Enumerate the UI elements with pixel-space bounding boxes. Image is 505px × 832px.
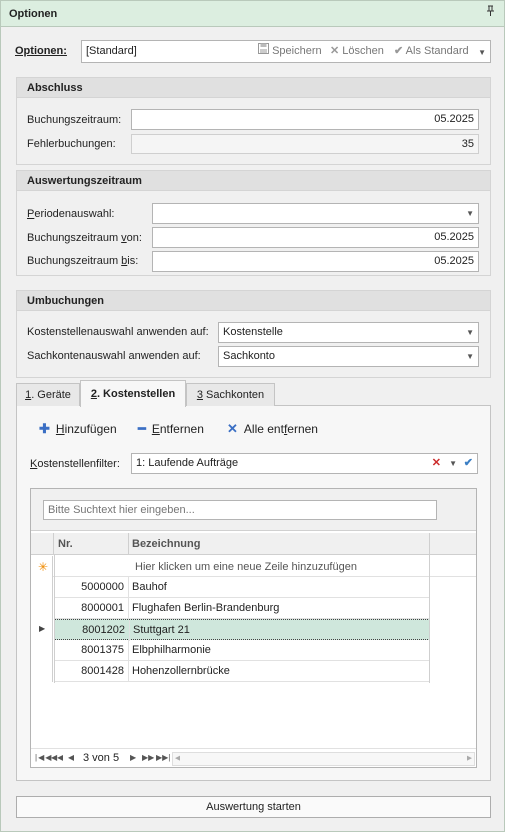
tab-kostenstellen[interactable]: 2. Kostenstellen: [80, 380, 186, 407]
row-bez: Hohenzollernbrücke: [132, 665, 230, 677]
next-page-icon[interactable]: ▶: [130, 753, 136, 762]
grid-header: Nr. Bezeichnung: [31, 533, 476, 555]
panel-title: Optionen: [9, 8, 58, 20]
table-row[interactable]: 8001428 Hohenzollernbrücke: [54, 661, 430, 682]
fehlerbuchungen-label: Fehlerbuchungen:: [27, 138, 116, 150]
pager-text: 3 von 5: [83, 752, 120, 764]
add-button[interactable]: ✚ Hinzufügen: [39, 419, 117, 439]
x-icon: ✕: [227, 421, 238, 436]
pager: |◀◀ ◀◀ ◀ 3 von 5 ▶ ▶▶ ▶▶| ◀ ▶: [31, 748, 476, 768]
prev-page-group-icon[interactable]: ◀◀: [51, 753, 63, 762]
auswertung-header: Auswertungszeitraum: [17, 171, 490, 191]
delete-icon: ✕: [330, 45, 340, 57]
kst-label: Kostenstellenauswahl anwenden auf:: [27, 326, 209, 338]
row-bez: Elbphilharmonie: [132, 644, 211, 656]
search-input[interactable]: [43, 500, 437, 520]
check-icon: ✔: [394, 45, 404, 57]
scroll-right-icon[interactable]: ▶: [467, 754, 472, 762]
col-bez-header[interactable]: Bezeichnung: [132, 538, 200, 550]
horizontal-scrollbar[interactable]: ◀ ▶: [172, 752, 475, 766]
row-bez: Flughafen Berlin-Brandenburg: [132, 602, 280, 614]
row-bez: Stuttgart 21: [133, 624, 190, 636]
table-row-selected[interactable]: 8001202 Stuttgart 21: [54, 619, 430, 641]
row-nr: 8001428: [54, 661, 129, 682]
options-value: [Standard]: [86, 45, 137, 57]
row-nr: 5000000: [54, 577, 129, 598]
von-label: Buchungszeitraum von:: [27, 232, 142, 244]
next-page-group-icon[interactable]: ▶▶: [142, 753, 154, 762]
filter-select[interactable]: 1: Laufende Aufträge ✕ ▼ ✔: [131, 453, 478, 474]
chevron-down-icon[interactable]: ▼: [466, 323, 474, 342]
chevron-down-icon[interactable]: ▼: [466, 204, 474, 223]
options-panel: Optionen Optionen: [Standard] Speichern …: [0, 0, 505, 832]
remove-all-button[interactable]: ✕ Alle entfernen: [227, 419, 318, 439]
filter-label: Kostenstellenfilter:: [30, 458, 120, 470]
bis-label: Buchungszeitraum bis:: [27, 255, 139, 267]
periode-select[interactable]: ▼: [152, 203, 479, 224]
fehlerbuchungen-field: 35: [131, 134, 479, 154]
options-select[interactable]: [Standard] Speichern ✕ Löschen ✔ Als Sta…: [81, 40, 491, 63]
chevron-down-icon[interactable]: ▼: [449, 454, 457, 473]
buchungszeitraum-field[interactable]: 05.2025: [131, 109, 479, 130]
options-label: Optionen:: [15, 45, 67, 57]
chevron-down-icon[interactable]: ▼: [466, 347, 474, 366]
last-page-icon[interactable]: ▶▶|: [156, 753, 170, 762]
row-nr: 8001202: [55, 620, 130, 641]
row-nr: 8000001: [54, 598, 129, 619]
scroll-left-icon[interactable]: ◀: [175, 754, 180, 762]
von-field[interactable]: 05.2025: [152, 227, 479, 248]
new-row-hint[interactable]: Hier klicken um eine neue Zeile hinzuzuf…: [135, 561, 357, 573]
col-nr-header[interactable]: Nr.: [58, 538, 73, 550]
umbuchungen-header: Umbuchungen: [17, 291, 490, 311]
row-bez: Bauhof: [132, 581, 167, 593]
prev-page-icon[interactable]: ◀: [68, 753, 74, 762]
table-row[interactable]: 5000000 Bauhof: [54, 577, 430, 598]
panel-titlebar: Optionen: [1, 1, 504, 27]
table-row[interactable]: 8000001 Flughafen Berlin-Brandenburg: [54, 598, 430, 619]
row-nr: 8001375: [54, 640, 129, 661]
first-page-icon[interactable]: |◀◀: [35, 753, 52, 762]
remove-button[interactable]: ━ Entfernen: [138, 419, 204, 439]
abschluss-header: Abschluss: [17, 78, 490, 98]
periode-label: Periodenauswahl:: [27, 208, 115, 220]
save-icon: [258, 43, 269, 54]
clear-icon[interactable]: ✕: [432, 454, 441, 473]
delete-button[interactable]: ✕ Löschen: [330, 42, 384, 61]
current-row-indicator-icon: ▶: [39, 624, 46, 633]
kostenstellen-grid: Nr. Bezeichnung ✳ Hier klicken um eine n…: [30, 488, 477, 768]
save-button[interactable]: Speichern: [258, 42, 322, 61]
row-indicator-column: [31, 556, 53, 682]
tab-geraete[interactable]: 1. Geräte: [16, 383, 80, 406]
sk-label: Sachkontenauswahl anwenden auf:: [27, 350, 201, 362]
plus-icon: ✚: [39, 421, 50, 436]
minus-icon: ━: [138, 421, 146, 436]
chevron-down-icon[interactable]: ▼: [478, 42, 486, 62]
as-default-button[interactable]: ✔ Als Standard: [394, 42, 469, 61]
bis-field[interactable]: 05.2025: [152, 251, 479, 272]
pin-icon[interactable]: [486, 1, 495, 27]
start-evaluation-button[interactable]: Auswertung starten: [16, 796, 491, 818]
apply-check-icon[interactable]: ✔: [464, 454, 473, 473]
tab-sachkonten[interactable]: 3 Sachkonten: [186, 383, 275, 406]
sk-select[interactable]: Sachkonto ▼: [218, 346, 479, 367]
buchungszeitraum-label: Buchungszeitraum:: [27, 114, 122, 126]
table-row[interactable]: 8001375 Elbphilharmonie: [54, 640, 430, 661]
kst-select[interactable]: Kostenstelle ▼: [218, 322, 479, 343]
new-row-icon: ✳: [38, 560, 49, 574]
